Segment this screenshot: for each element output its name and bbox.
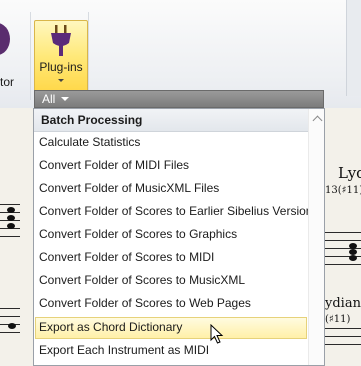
chord-notes (7, 207, 15, 229)
menu-item-export-chord-dictionary[interactable]: Export as Chord Dictionary (35, 317, 307, 339)
menu-scrollbar[interactable] (308, 109, 324, 365)
mouse-cursor-icon (210, 324, 224, 344)
menu-item-convert-scores-musicxml[interactable]: Convert Folder of Scores to MusicXML (35, 270, 307, 292)
plug-icon (51, 25, 71, 56)
chord-symbol-suffix: (♯11) (325, 314, 351, 325)
ribbon-corner (346, 0, 361, 96)
menu-item-convert-web-pages[interactable]: Convert Folder of Scores to Web Pages (35, 293, 307, 315)
chord-symbol: Lyd (338, 164, 361, 182)
chevron-down-icon (61, 97, 69, 101)
plugins-label: Plug-ins (39, 60, 83, 74)
chord-symbol-suffix: 13(♯11) (325, 185, 361, 196)
menu-item-calculate-statistics[interactable]: Calculate Statistics (35, 132, 307, 154)
chord-symbol: ydian- (325, 296, 361, 311)
scroll-up-icon[interactable] (312, 115, 323, 126)
chord-notes (349, 243, 357, 261)
ribbon-separator (30, 12, 31, 100)
menu-item-export-instrument-midi[interactable]: Export Each Instrument as MIDI (35, 340, 307, 362)
menu-item-convert-midi-files[interactable]: Convert Folder of MIDI Files (35, 155, 307, 177)
menu-section-header: Batch Processing (34, 109, 324, 132)
ribbon-separator (88, 12, 89, 100)
menu-item-convert-musicxml-files[interactable]: Convert Folder of MusicXML Files (35, 178, 307, 200)
menu-item-convert-graphics[interactable]: Convert Folder of Scores to Graphics (35, 224, 307, 246)
plugins-button[interactable]: Plug-ins (34, 20, 88, 92)
chevron-down-icon (58, 79, 64, 82)
note (8, 323, 16, 329)
ribbon-button-partial[interactable]: tor (0, 15, 28, 105)
palette-icon (0, 23, 10, 55)
ribbon-button-label: tor (0, 75, 15, 89)
menu-item-convert-earlier-version[interactable]: Convert Folder of Scores to Earlier Sibe… (35, 201, 312, 223)
filter-label: All (42, 92, 56, 106)
plugin-filter-dropdown[interactable]: All (34, 90, 324, 108)
menu-section-title: Batch Processing (41, 113, 143, 127)
menu-item-convert-scores-midi[interactable]: Convert Folder of Scores to MIDI (35, 247, 307, 269)
plugins-menu: Batch Processing Calculate Statistics Co… (33, 108, 325, 366)
